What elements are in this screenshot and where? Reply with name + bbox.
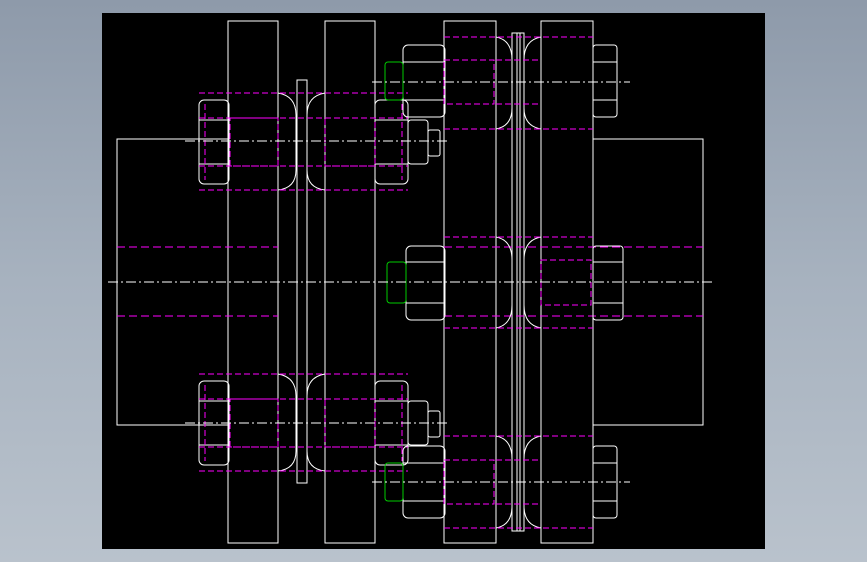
- bolt-right-upper-thread: [384, 61, 404, 101]
- bolt-right-upper: [402, 36, 618, 130]
- coupling-assembly-drawing: [108, 20, 712, 544]
- bolt-right-upper-hidden: [443, 36, 593, 130]
- cad-viewport[interactable]: [102, 13, 765, 549]
